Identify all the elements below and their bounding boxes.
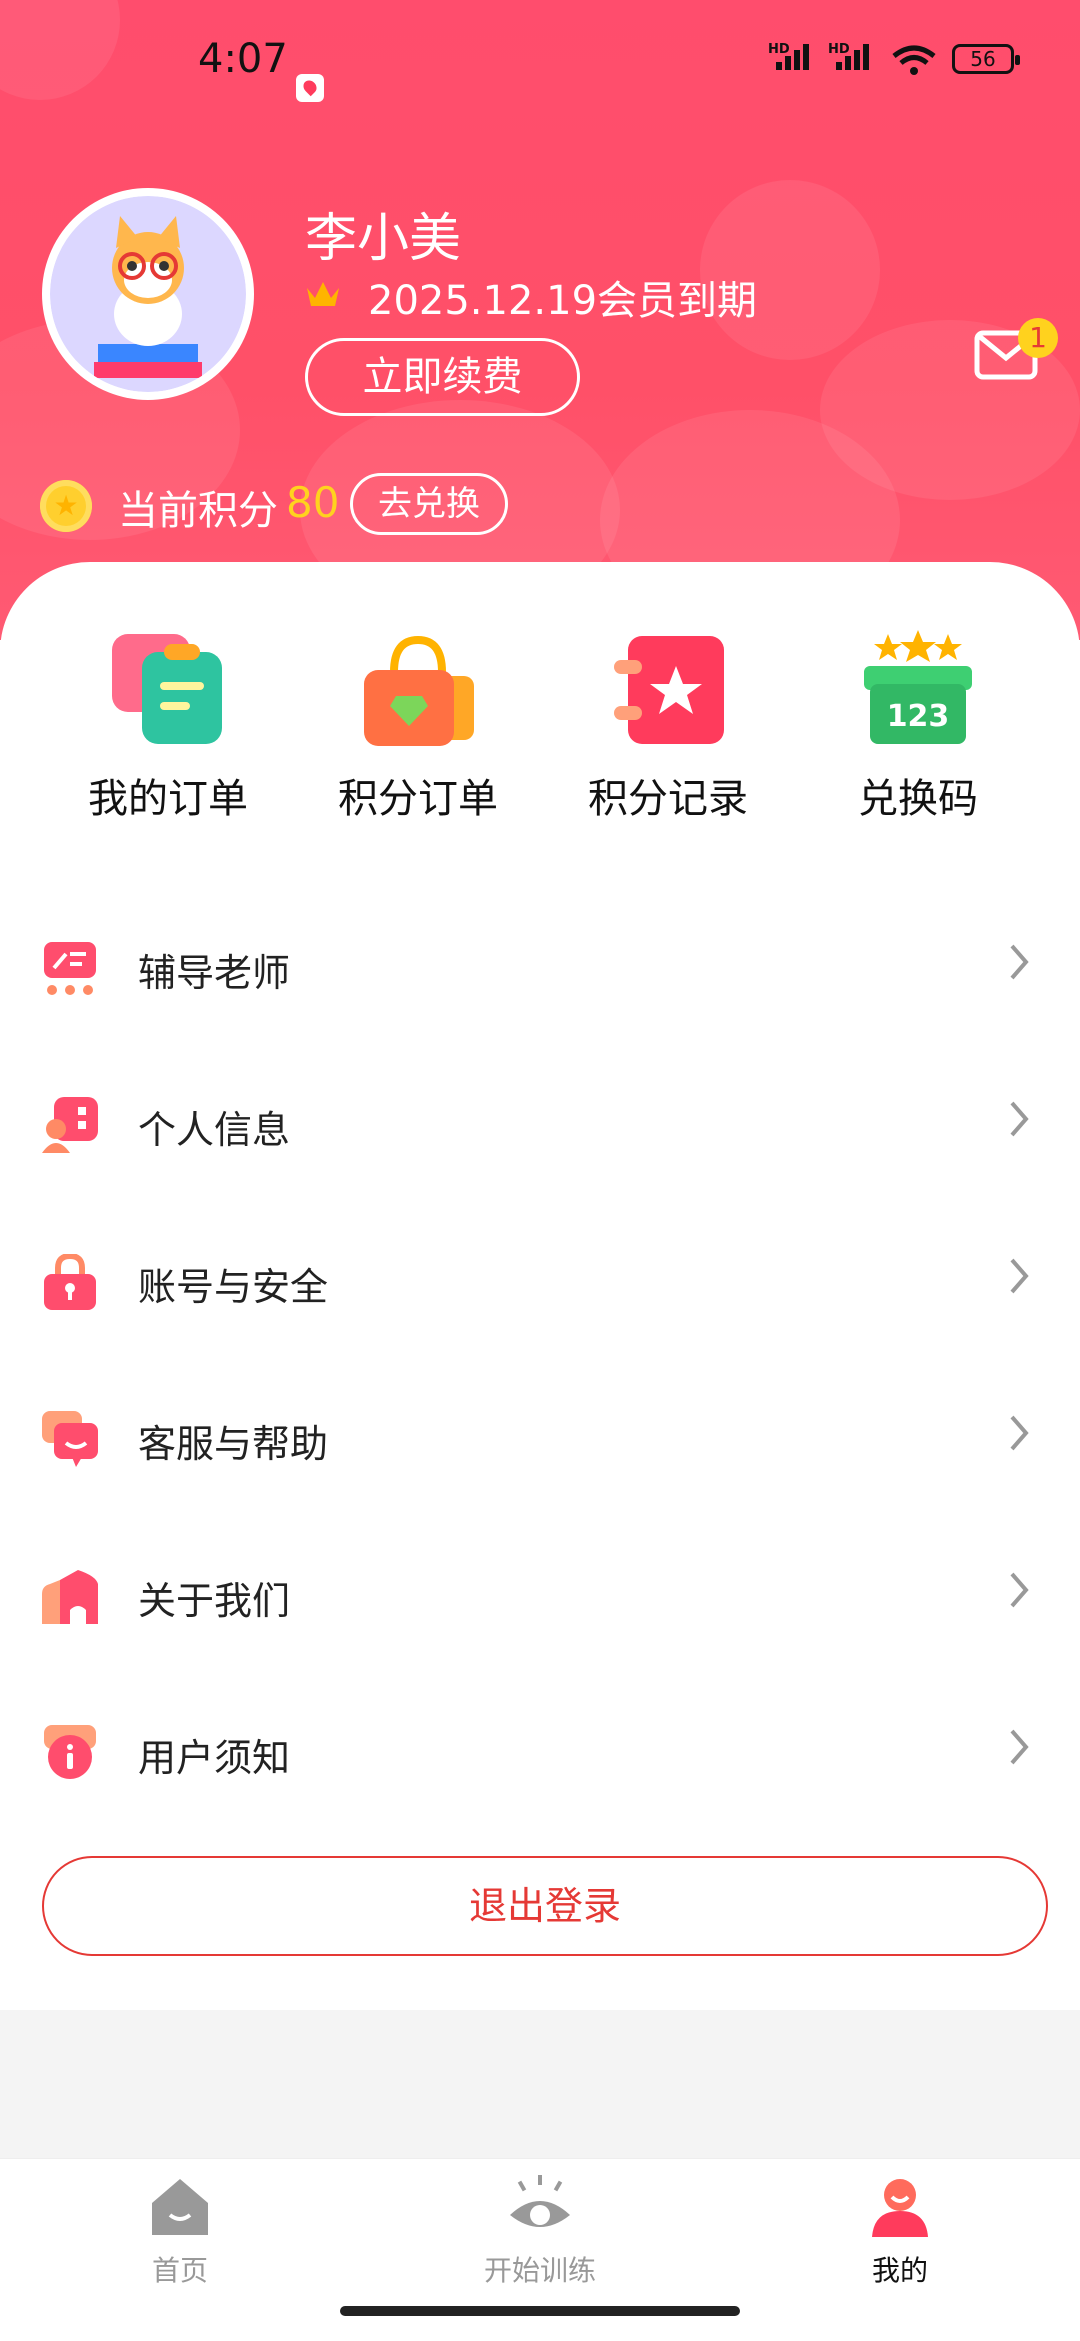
menu-item-personal-info[interactable]: 个人信息 [0, 1049, 1080, 1199]
tab-label: 开始训练 [483, 2254, 596, 2287]
menu-label: 辅导老师 [138, 951, 291, 995]
signal2-icon [836, 44, 869, 70]
info-icon [44, 1725, 96, 1779]
menu-label: 用户须知 [138, 1736, 291, 1780]
avatar[interactable] [42, 188, 254, 400]
menu-label: 客服与帮助 [138, 1422, 329, 1466]
cat-avatar-icon [94, 216, 202, 378]
quick-action-label: 积分记录 [588, 776, 748, 822]
house-icon [42, 1570, 98, 1624]
star-notebook-icon [608, 630, 728, 750]
exchange-button[interactable]: 去兑换 [350, 473, 508, 535]
chat-support-icon [42, 1411, 98, 1467]
status-time: 4:07 [198, 36, 288, 82]
battery-icon: 56 [952, 44, 1020, 74]
menu-item-customer-service[interactable]: 客服与帮助 [0, 1363, 1080, 1513]
quick-action-label: 积分订单 [338, 776, 498, 822]
menu-item-user-notice[interactable]: 用户须知 [0, 1677, 1080, 1827]
chevron-right-icon [1010, 944, 1029, 980]
menu-item-account-security[interactable]: 账号与安全 [0, 1206, 1080, 1356]
menu-item-about-us[interactable]: 关于我们 [0, 1520, 1080, 1670]
wifi-icon [892, 45, 936, 75]
quick-action-label: 兑换码 [858, 776, 978, 822]
quick-action-points-record[interactable]: 积分记录 [568, 630, 768, 824]
teacher-icon [44, 942, 96, 995]
mail-badge: 1 [1018, 318, 1058, 358]
menu-label: 关于我们 [138, 1579, 291, 1623]
renew-button[interactable]: 立即续费 [305, 338, 580, 416]
logout-button[interactable]: 退出登录 [42, 1856, 1048, 1956]
home-icon [148, 2175, 212, 2239]
home-indicator [340, 2306, 740, 2316]
quick-action-points-orders[interactable]: 积分订单 [318, 630, 518, 824]
tab-label: 我的 [871, 2254, 928, 2287]
menu-label: 账号与安全 [138, 1265, 329, 1309]
status-bar: 4:07 HD HD 56 [0, 30, 1080, 102]
user-name: 李小美 [305, 209, 462, 269]
signal1-icon [776, 44, 809, 70]
menu-item-tutor[interactable]: 辅导老师 [0, 892, 1080, 1042]
quick-action-label: 我的订单 [88, 776, 248, 822]
crown-icon [307, 282, 339, 306]
tab-start-training[interactable]: 开始训练 [440, 2175, 640, 2289]
user-icon [868, 2175, 932, 2239]
tab-label: 首页 [151, 2254, 208, 2287]
points-label: 当前积分 [118, 488, 278, 534]
tab-home[interactable]: 首页 [80, 2175, 280, 2289]
eye-icon [508, 2175, 572, 2239]
chevron-right-icon [1010, 1101, 1029, 1137]
svg-text:123: 123 [887, 699, 950, 734]
coin-icon [40, 480, 92, 532]
membership-expiry: 2025.12.19会员到期 [368, 278, 758, 324]
map-app-icon [296, 74, 324, 102]
chevron-right-icon [1010, 1729, 1029, 1765]
quick-action-redeem-code[interactable]: 123 兑换码 [818, 630, 1018, 824]
shopping-bag-icon [358, 630, 478, 750]
profile-header: 4:07 HD HD 56 李小美 2025.12.19会员到期 立即续费 1 … [0, 0, 1080, 640]
chevron-right-icon [1010, 1572, 1029, 1608]
lock-icon [44, 1254, 96, 1310]
quick-action-my-orders[interactable]: 我的订单 [68, 630, 268, 824]
tab-mine[interactable]: 我的 [800, 2175, 1000, 2289]
order-icon [108, 630, 228, 750]
chevron-right-icon [1010, 1415, 1029, 1451]
chevron-right-icon [1010, 1258, 1029, 1294]
profile-info-icon [42, 1097, 98, 1153]
points-value: 80 [286, 478, 340, 527]
bottom-spacer [0, 2010, 1080, 2160]
menu-label: 个人信息 [138, 1108, 291, 1152]
redeem-code-icon: 123 [858, 630, 978, 750]
